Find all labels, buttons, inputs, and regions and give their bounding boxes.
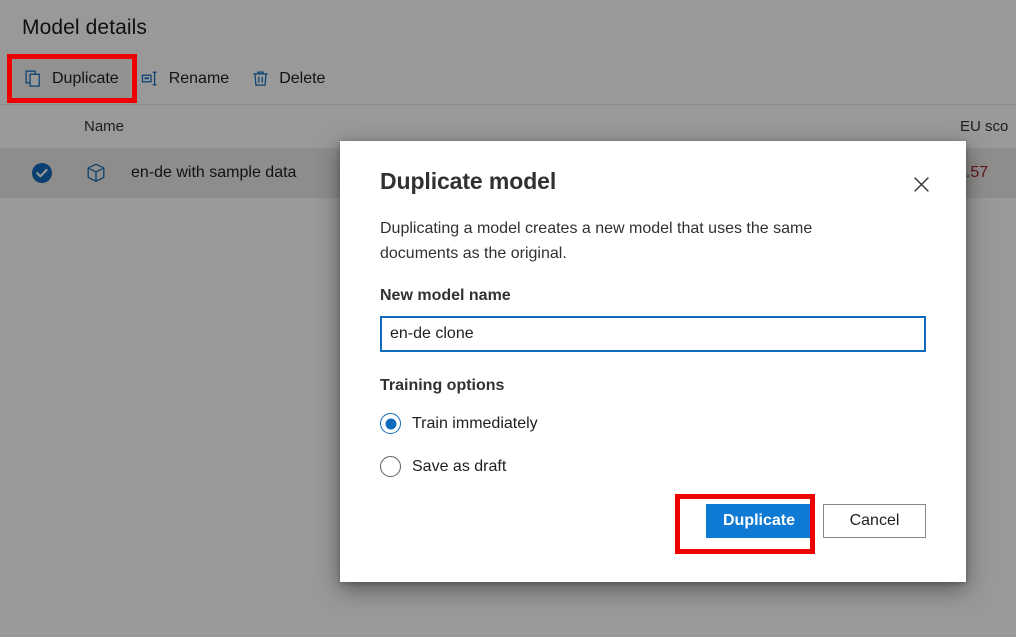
radio-train-immediately-label: Train immediately xyxy=(412,415,538,433)
duplicate-model-dialog: Duplicate model Duplicating a model crea… xyxy=(340,141,966,582)
radio-train-immediately[interactable]: Train immediately xyxy=(380,413,538,434)
dialog-title: Duplicate model xyxy=(380,168,556,195)
new-model-name-label: New model name xyxy=(380,287,511,305)
dialog-description: Duplicating a model creates a new model … xyxy=(380,216,870,266)
radio-save-as-draft[interactable]: Save as draft xyxy=(380,456,506,477)
close-icon[interactable] xyxy=(904,167,938,201)
radio-unselected-icon xyxy=(380,456,401,477)
duplicate-confirm-button[interactable]: Duplicate xyxy=(706,504,812,538)
cancel-button[interactable]: Cancel xyxy=(823,504,926,538)
dialog-action-bar: Duplicate Cancel xyxy=(380,504,926,538)
training-options-label: Training options xyxy=(380,377,504,395)
radio-selected-icon xyxy=(380,413,401,434)
radio-save-as-draft-label: Save as draft xyxy=(412,458,506,476)
new-model-name-input[interactable] xyxy=(380,316,926,352)
